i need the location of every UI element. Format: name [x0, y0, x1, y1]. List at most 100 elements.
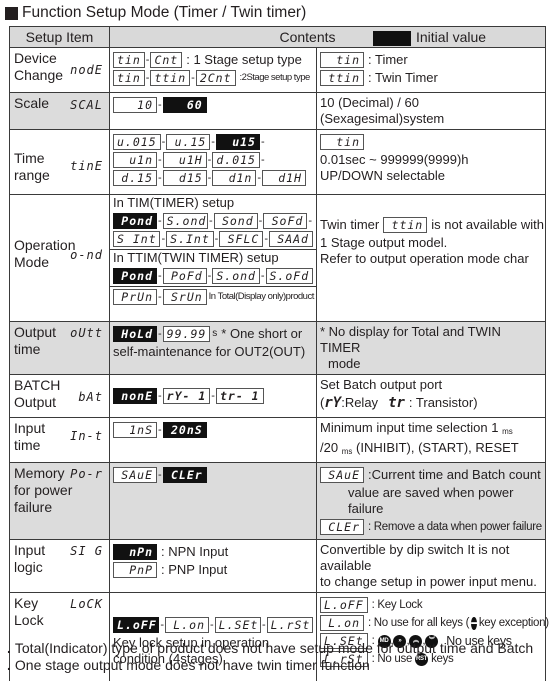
- section-title: In TTIM(TWIN TIMER) setup: [113, 250, 279, 265]
- item-label: Lock: [14, 612, 44, 628]
- relay-segment: rY: [324, 395, 342, 411]
- segment-display: SAAd: [268, 231, 313, 247]
- item-code: o-nd: [70, 248, 103, 262]
- section-title: In TIM(TIMER) setup: [113, 195, 235, 210]
- ent-key-icon: ▬: [471, 616, 477, 630]
- segment-display: u.015: [113, 134, 161, 150]
- content-text: : NPN Input: [161, 544, 229, 559]
- segment-display: tr- 1: [215, 388, 264, 404]
- segment-display: Cnt: [150, 52, 183, 68]
- segment-display: Sond: [213, 213, 258, 229]
- segment-display: ttin: [150, 70, 191, 86]
- segment-display: 99.99: [162, 326, 211, 342]
- info-text: :Current time and Batch count: [368, 467, 541, 482]
- initial-value-legend-swatch: [373, 31, 411, 46]
- table-row: Memory for power failure Po-r SAuE - CLEr …: [9, 462, 547, 540]
- segment-display: d.15: [113, 170, 157, 186]
- item-code: Po-r: [70, 467, 103, 481]
- item-code: SI G: [70, 544, 103, 558]
- segment-display: L.rSt: [266, 617, 313, 633]
- info-text: to change setup in power input menu.: [320, 574, 537, 589]
- item-code: nodE: [70, 63, 103, 77]
- segment-display: S.ond: [162, 213, 208, 229]
- footnote: Total(Indicator) type of product does no…: [7, 640, 533, 657]
- table-row: Time range tinE u.015- u.15- u15- u1n - u1H -…: [9, 129, 547, 195]
- segment-display: u1H: [162, 152, 207, 168]
- header-initial-value: Initial value: [416, 29, 487, 45]
- item-label: for power: [14, 482, 73, 498]
- info-text: Minimum input time selection 1: [320, 420, 499, 435]
- segment-display-default: CLEr: [162, 467, 207, 483]
- item-code: SCAL: [70, 98, 103, 112]
- info-text: Convertible by dip switch It is not avai…: [320, 542, 510, 573]
- table-row: BATCH Output bAt nonE - rY- 1- tr- 1 Set Ba…: [9, 374, 547, 418]
- info-text: Twin timer: [320, 217, 380, 232]
- segment-display: L.SEt: [214, 617, 261, 633]
- info-text: (INHIBIT), (START), RESET: [356, 440, 519, 455]
- segment-display: d15: [162, 170, 207, 186]
- segment-display: d1n: [212, 170, 257, 186]
- square-bullet-icon: [5, 6, 18, 20]
- info-text: /20: [320, 440, 339, 455]
- info-text: : No use for all keys (: [368, 617, 470, 629]
- segment-display: S.Int: [166, 231, 214, 247]
- info-text: is not available with: [431, 217, 544, 232]
- segment-display: tin: [320, 134, 364, 150]
- unit-text: ms: [502, 427, 513, 436]
- segment-display: 10: [113, 97, 157, 113]
- content-text: : 1 Stage setup type: [186, 52, 302, 67]
- info-text: : Transistor): [408, 395, 478, 410]
- content-text: In Total(Display only)product: [208, 291, 315, 302]
- segment-display: 1nS: [113, 422, 157, 438]
- table-row: Input time In-t 1nS -20nS Minimum input t…: [9, 417, 547, 463]
- footnotes: Total(Indicator) type of product does no…: [7, 640, 533, 674]
- item-label: time: [14, 341, 41, 357]
- item-code: LoCK: [70, 597, 103, 611]
- segment-display-default: HoLd: [113, 326, 157, 342]
- segment-display: S.ond: [212, 268, 260, 284]
- segment-display: PoFd: [162, 268, 207, 284]
- segment-display: d1H: [262, 170, 307, 186]
- segment-display: S.oFd: [265, 268, 313, 284]
- table-row: Input logic SI G nPn: NPN Input PnP: PNP…: [9, 539, 547, 593]
- content-text: :2Stage setup type: [239, 72, 311, 83]
- info-text: Refer to output operation mode char: [320, 251, 529, 266]
- segment-display-default: Pond: [113, 213, 157, 229]
- segment-display: tin: [113, 52, 145, 68]
- segment-display: u.15: [166, 134, 211, 150]
- transistor-segment: tr: [388, 395, 405, 411]
- segment-display: SoFd: [263, 213, 308, 229]
- segment-display-default: u15: [215, 134, 260, 150]
- segment-display: SrUn: [162, 289, 207, 305]
- info-text: 1 Stage output model.: [320, 235, 448, 250]
- info-text: UP/DOWN selectable: [320, 168, 445, 183]
- info-text: 10 (Decimal) / 60 (Sexagesimal)system: [320, 95, 445, 126]
- segment-display-default: 60: [162, 97, 207, 113]
- segment-display: SAuE: [113, 467, 157, 483]
- segment-display-default: 20nS: [162, 422, 207, 438]
- segment-display: CLEr: [320, 519, 364, 535]
- info-text: mode: [328, 356, 361, 371]
- segment-display: tin: [113, 70, 145, 86]
- segment-display: tin: [320, 52, 364, 68]
- info-text: : Timer: [368, 52, 408, 67]
- info-text: 0.01sec ~ 999999(9999)h: [320, 152, 469, 167]
- table-row: Device Change nodE tin - Cnt: 1 Stage setu…: [9, 47, 547, 93]
- header-setup-item: Setup Item: [9, 26, 110, 48]
- page-title: Function Setup Mode (Timer / Twin timer): [5, 4, 306, 22]
- content-text: self-maintenance for OUT2(OUT): [113, 344, 306, 359]
- table-row: Scale SCAL 10-60 10 (Decimal) / 60 (Sexa…: [9, 92, 547, 130]
- segment-display: u1n: [113, 152, 157, 168]
- footnote: One stage output mode does not have twin…: [7, 657, 533, 674]
- segment-display-default: nPn: [113, 544, 157, 560]
- item-code: oUtt: [70, 326, 103, 340]
- segment-display-default: Pond: [113, 268, 157, 284]
- segment-display-default: nonE: [113, 388, 157, 404]
- segment-display: ttin: [383, 217, 428, 233]
- info-text: Set Batch output port: [320, 377, 443, 392]
- unit-text: s: [212, 328, 218, 339]
- segment-display: PnP: [113, 562, 157, 578]
- segment-display: 2Cnt: [195, 70, 236, 86]
- info-text: :Relay: [341, 395, 379, 410]
- segment-display: ttin: [320, 70, 364, 86]
